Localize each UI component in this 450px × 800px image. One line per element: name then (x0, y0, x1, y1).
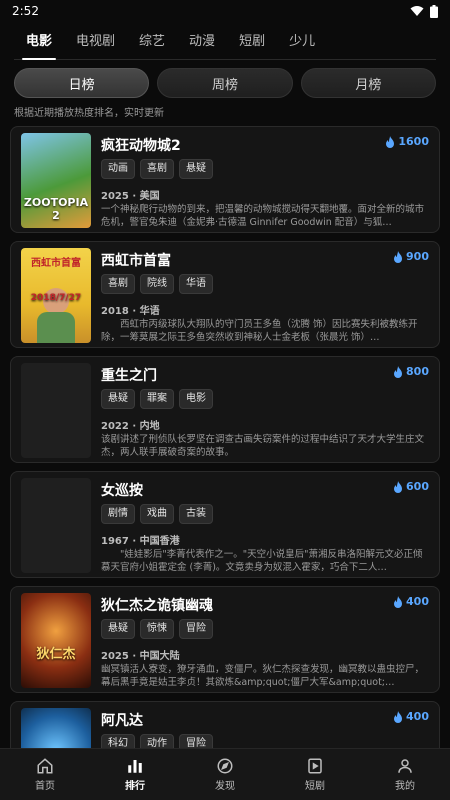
item-description: 一个神秘爬行动物的到来，把温馨的动物城搅动得天翻地覆。面对全新的城市危机，警官兔… (101, 204, 425, 228)
list-item[interactable]: 西虹市首富 2018/7/27 西虹市首富 喜剧 院线 华语 2018 · 华语… (10, 241, 440, 348)
tab-anime[interactable]: 动漫 (177, 30, 227, 59)
genre-tag: 惊悚 (140, 619, 174, 639)
flame-icon (394, 710, 403, 723)
heat-value: 900 (406, 250, 429, 263)
play-icon (308, 758, 322, 774)
heat-score: 400 (393, 710, 429, 723)
nav-label: 我的 (395, 781, 415, 792)
status-bar: 2:52 (0, 0, 450, 22)
heat-value: 600 (406, 480, 429, 493)
poster-image: 狄仁杰 (21, 593, 91, 688)
poster-title: 西虹市首富 (31, 258, 81, 269)
heat-value: 800 (406, 365, 429, 378)
heat-score: 800 (393, 365, 429, 378)
heat-score: 600 (393, 480, 429, 493)
list-item[interactable]: 女巡按 剧情 戏曲 古装 1967 · 中国香港 "娃娃影后"李菁代表作之一。"… (10, 471, 440, 578)
rank-period-selector: 日榜 周榜 月榜 (0, 60, 450, 98)
home-icon (37, 758, 53, 774)
genre-tag: 剧情 (101, 504, 135, 524)
battery-icon (430, 4, 438, 18)
genre-tag: 戏曲 (140, 504, 174, 524)
genre-tag: 罪案 (140, 389, 174, 409)
nav-ranking[interactable]: 排行 (90, 749, 180, 800)
nav-discover[interactable]: 发现 (180, 749, 270, 800)
wifi-icon (410, 6, 424, 16)
poster-placeholder (21, 363, 91, 458)
genre-tag: 电影 (179, 389, 213, 409)
list-item[interactable]: 重生之门 悬疑 罪案 电影 2022 · 内地 该剧讲述了刑侦队长罗坚在调查古画… (10, 356, 440, 463)
genre-tag: 悬疑 (101, 389, 135, 409)
genre-tag: 悬疑 (101, 619, 135, 639)
poster-image: ZOOTOPIA 2 (21, 133, 91, 228)
poster-image: 西虹市首富 2018/7/27 (21, 248, 91, 343)
heat-score: 900 (393, 250, 429, 263)
item-description: 幽冥镇活人寮变，獠牙涌血，变僵尸。狄仁杰探查发现，幽冥教以蛊虫控尸，幕后黑手竟是… (101, 664, 425, 688)
nav-label: 首页 (35, 781, 55, 792)
item-title: 西虹市首富 (101, 253, 171, 269)
heat-score: 1600 (385, 135, 429, 148)
heat-score: 400 (393, 595, 429, 608)
heat-value: 1600 (398, 135, 429, 148)
nav-short-drama[interactable]: 短剧 (270, 749, 360, 800)
poster-caption: 狄仁杰 (36, 647, 76, 662)
genre-tag: 古装 (179, 504, 213, 524)
genre-tag: 冒险 (179, 619, 213, 639)
heat-value: 400 (406, 710, 429, 723)
status-icons (410, 4, 438, 18)
item-title: 疯狂动物城2 (101, 138, 181, 154)
nav-label: 发现 (215, 781, 235, 792)
item-title: 狄仁杰之诡镇幽魂 (101, 598, 213, 614)
genre-tag: 喜剧 (101, 274, 135, 294)
item-description: 西虹市丙级球队大翔队的守门员王多鱼（沈腾 饰）因比赛失利被教练开除，一筹莫展之际… (101, 319, 418, 343)
flame-icon (386, 135, 395, 148)
item-title: 女巡按 (101, 483, 143, 499)
chart-icon (128, 760, 142, 773)
genre-tag: 悬疑 (179, 159, 213, 179)
poster-placeholder (21, 478, 91, 573)
item-meta: 2022 · 内地 (101, 421, 160, 432)
heat-value: 400 (406, 595, 429, 608)
item-title: 阿凡达 (101, 713, 143, 729)
flame-icon (394, 250, 403, 263)
compass-icon (217, 758, 233, 774)
genre-tag: 动画 (101, 159, 135, 179)
bottom-navigation: 首页 排行 发现 短剧 我的 (0, 748, 450, 800)
tab-movie[interactable]: 电影 (14, 30, 64, 60)
item-meta: 2025 · 中国大陆 (101, 651, 180, 662)
item-meta: 2025 · 美国 (101, 191, 160, 202)
poster-figure-body (37, 312, 75, 343)
ranking-list: ZOOTOPIA 2 疯狂动物城2 动画 喜剧 悬疑 2025 · 美国 一个神… (10, 126, 440, 800)
nav-home[interactable]: 首页 (0, 749, 90, 800)
tab-variety[interactable]: 综艺 (127, 30, 177, 59)
flame-icon (394, 480, 403, 493)
genre-tag: 院线 (140, 274, 174, 294)
genre-tag: 喜剧 (140, 159, 174, 179)
ranking-hint: 根据近期播放热度排名，实时更新 (14, 108, 164, 119)
genre-tag: 华语 (179, 274, 213, 294)
monthly-rank-button[interactable]: 月榜 (300, 68, 436, 98)
flame-icon (394, 595, 403, 608)
poster-caption: ZOOTOPIA 2 (23, 196, 89, 222)
item-description: "娃娃影后"李菁代表作之一。"天空小说皇后"萧湘反串洛阳解元文必正倾慕天官府小姐… (101, 549, 423, 573)
flame-icon (394, 365, 403, 378)
tab-kids[interactable]: 少儿 (277, 30, 327, 59)
nav-profile[interactable]: 我的 (360, 749, 450, 800)
user-icon (398, 759, 412, 773)
status-time: 2:52 (12, 4, 39, 18)
item-meta: 1967 · 中国香港 (101, 536, 180, 547)
item-title: 重生之门 (101, 368, 157, 384)
category-tabs: 电影 电视剧 综艺 动漫 短剧 少儿 (14, 22, 436, 60)
poster-caption: 2018/7/27 (30, 293, 82, 303)
list-item[interactable]: 狄仁杰 狄仁杰之诡镇幽魂 悬疑 惊悚 冒险 2025 · 中国大陆 幽冥镇活人寮… (10, 586, 440, 693)
nav-label: 短剧 (305, 781, 325, 792)
item-description: 该剧讲述了刑侦队长罗坚在调查古画失窃案件的过程中结识了天才大学生庄文杰，两人联手… (101, 434, 425, 458)
list-item[interactable]: ZOOTOPIA 2 疯狂动物城2 动画 喜剧 悬疑 2025 · 美国 一个神… (10, 126, 440, 233)
item-meta: 2018 · 华语 (101, 306, 160, 317)
tab-tv-series[interactable]: 电视剧 (64, 30, 127, 59)
weekly-rank-button[interactable]: 周榜 (157, 68, 293, 98)
nav-label: 排行 (125, 781, 145, 792)
tab-short-drama[interactable]: 短剧 (227, 30, 277, 59)
daily-rank-button[interactable]: 日榜 (14, 68, 150, 98)
